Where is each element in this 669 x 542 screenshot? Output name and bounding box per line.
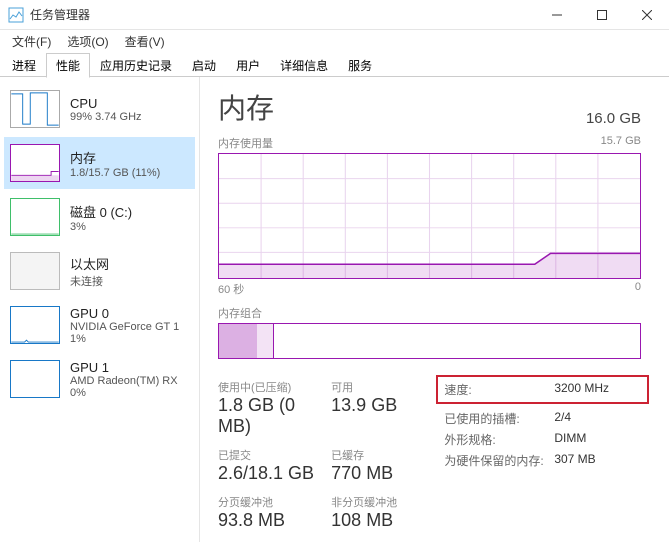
spec-reserved-k: 为硬件保留的内存: — [444, 452, 554, 469]
spec-slots-v: 2/4 — [554, 410, 571, 427]
composition-label: 内存组合 — [218, 305, 262, 321]
spec-reserved-v: 307 MB — [554, 452, 595, 469]
memory-total: 16.0 GB — [586, 110, 641, 127]
stat-nonpaged: 108 MB — [331, 510, 434, 531]
gpu1-thumb — [10, 360, 60, 398]
usage-chart-label: 内存使用量 — [218, 135, 273, 151]
sidebar-item-gpu1[interactable]: GPU 1AMD Radeon(TM) RX0% — [4, 353, 195, 405]
spec-speed-v: 3200 MHz — [554, 381, 609, 398]
app-icon — [8, 7, 24, 23]
window-controls — [534, 0, 669, 30]
stat-commit-label: 已提交 — [218, 447, 321, 463]
sidebar-label: CPU — [70, 96, 142, 111]
stat-paged-label: 分页缓冲池 — [218, 494, 321, 510]
menu-file[interactable]: 文件(F) — [6, 32, 57, 51]
stat-inuse-label: 使用中(已压缩) — [218, 379, 321, 395]
spec-form-k: 外形规格: — [444, 431, 554, 448]
spec-form-v: DIMM — [554, 431, 586, 448]
chart-axis-left: 60 秒 — [218, 281, 244, 297]
tab-startup[interactable]: 启动 — [182, 53, 226, 78]
memory-usage-chart[interactable] — [218, 153, 641, 279]
sidebar-sub: 未连接 — [70, 273, 109, 289]
maximize-button[interactable] — [579, 0, 624, 30]
spec-speed-k: 速度: — [444, 381, 554, 398]
memory-composition-chart[interactable] — [218, 323, 641, 359]
page-title: 内存 — [218, 87, 274, 127]
close-button[interactable] — [624, 0, 669, 30]
menubar: 文件(F) 选项(O) 查看(V) — [0, 30, 669, 52]
sidebar-sub: NVIDIA GeForce GT 1 — [70, 321, 179, 333]
tab-users[interactable]: 用户 — [226, 53, 270, 78]
stat-nonpaged-label: 非分页缓冲池 — [331, 494, 434, 510]
sidebar-item-ethernet[interactable]: 以太网未连接 — [4, 245, 195, 297]
tabbar: 进程 性能 应用历史记录 启动 用户 详细信息 服务 — [0, 52, 669, 77]
sidebar-item-memory[interactable]: 内存1.8/15.7 GB (11%) — [4, 137, 195, 189]
chart-axis-right: 0 — [635, 281, 641, 297]
stat-avail-label: 可用 — [331, 379, 434, 395]
sidebar-item-gpu0[interactable]: GPU 0NVIDIA GeForce GT 11% — [4, 299, 195, 351]
cpu-thumb — [10, 90, 60, 128]
minimize-button[interactable] — [534, 0, 579, 30]
menu-view[interactable]: 查看(V) — [119, 32, 171, 51]
sidebar-sub: 99% 3.74 GHz — [70, 111, 142, 123]
sidebar-sub: 3% — [70, 221, 132, 233]
stat-inuse: 1.8 GB (0 MB) — [218, 395, 321, 437]
tab-performance[interactable]: 性能 — [46, 53, 90, 78]
tab-details[interactable]: 详细信息 — [270, 53, 338, 78]
speed-highlight: 速度:3200 MHz — [436, 375, 649, 404]
menu-options[interactable]: 选项(O) — [61, 32, 114, 51]
sidebar-label: GPU 0 — [70, 306, 179, 321]
gpu0-thumb — [10, 306, 60, 344]
memory-thumb — [10, 144, 60, 182]
stat-paged: 93.8 MB — [218, 510, 321, 531]
usage-chart-max: 15.7 GB — [601, 135, 641, 151]
sidebar: CPU99% 3.74 GHz 内存1.8/15.7 GB (11%) 磁盘 0… — [0, 77, 200, 542]
sidebar-label: 内存 — [70, 148, 160, 167]
tab-apphistory[interactable]: 应用历史记录 — [90, 53, 182, 78]
sidebar-label: 以太网 — [70, 254, 109, 273]
sidebar-sub2: 1% — [70, 333, 179, 345]
sidebar-label: 磁盘 0 (C:) — [70, 202, 132, 221]
stat-cached: 770 MB — [331, 463, 434, 484]
sidebar-sub2: 0% — [70, 387, 178, 399]
sidebar-item-disk[interactable]: 磁盘 0 (C:)3% — [4, 191, 195, 243]
stat-cached-label: 已缓存 — [331, 447, 434, 463]
titlebar: 任务管理器 — [0, 0, 669, 30]
sidebar-item-cpu[interactable]: CPU99% 3.74 GHz — [4, 83, 195, 135]
tab-processes[interactable]: 进程 — [2, 53, 46, 78]
spec-slots-k: 已使用的插槽: — [444, 410, 554, 427]
ethernet-thumb — [10, 252, 60, 290]
content: CPU99% 3.74 GHz 内存1.8/15.7 GB (11%) 磁盘 0… — [0, 77, 669, 542]
stat-commit: 2.6/18.1 GB — [218, 463, 321, 484]
disk-thumb — [10, 198, 60, 236]
stat-avail: 13.9 GB — [331, 395, 434, 416]
main-panel: 内存 16.0 GB 内存使用量 15.7 GB 60 秒 0 内存组合 — [200, 77, 669, 542]
sidebar-sub: AMD Radeon(TM) RX — [70, 375, 178, 387]
window-title: 任务管理器 — [30, 6, 534, 23]
sidebar-label: GPU 1 — [70, 360, 178, 375]
tab-services[interactable]: 服务 — [338, 53, 382, 78]
sidebar-sub: 1.8/15.7 GB (11%) — [70, 167, 160, 179]
